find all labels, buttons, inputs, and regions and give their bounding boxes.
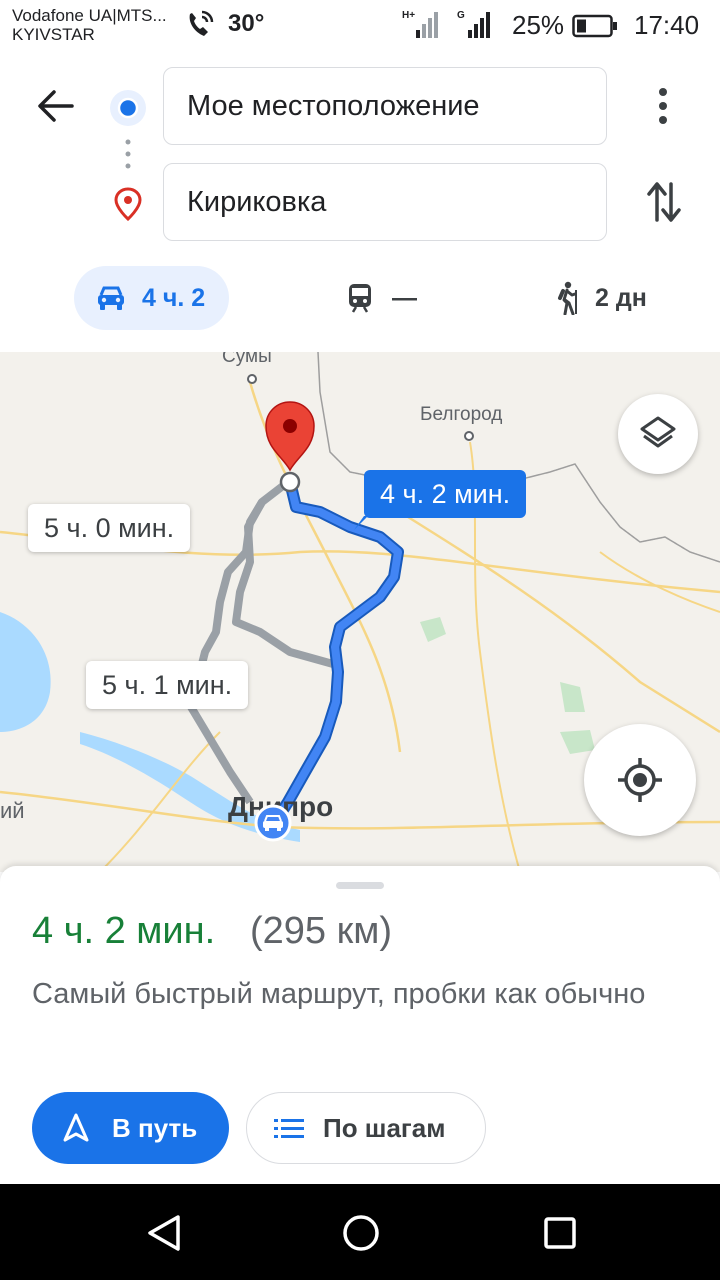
mode-walk-tab[interactable]: 2 дн xyxy=(555,266,647,330)
route-connector-dots xyxy=(125,139,131,169)
my-location-icon xyxy=(618,758,662,802)
alt-route-2-label[interactable]: 5 ч. 1 мин. xyxy=(86,661,249,709)
main-route-label[interactable]: 4 ч. 2 мин. xyxy=(364,470,527,518)
back-nav-icon[interactable] xyxy=(146,1214,182,1252)
directions-header: Мое местоположение Кириковка 4 ч. 2 — 2 … xyxy=(0,50,720,352)
home-nav-icon[interactable] xyxy=(342,1214,380,1252)
my-location-button[interactable] xyxy=(584,724,696,836)
carrier-line-2: KYIVSTAR xyxy=(12,25,95,44)
navigation-arrow-icon xyxy=(63,1113,89,1142)
start-navigation-label: В путь xyxy=(112,1112,198,1143)
train-icon xyxy=(349,284,371,313)
car-icon xyxy=(98,286,124,310)
mode-walk-label: 2 дн xyxy=(595,283,647,312)
main-route-label-tail xyxy=(354,516,368,530)
destination-pin-icon xyxy=(114,187,142,221)
sheet-drag-handle[interactable] xyxy=(336,882,384,889)
map-view[interactable]: Сумы Белгород Днипро ий 4 ч. 2 мин. 5 ч.… xyxy=(0,352,720,872)
back-arrow-icon[interactable] xyxy=(36,88,76,124)
route-summary: Самый быстрый маршрут, пробки как обычно xyxy=(32,978,646,1010)
carrier-info: Vodafone UA|MTS... KYIVSTAR xyxy=(12,6,167,44)
alt-route-1-label[interactable]: 5 ч. 0 мин. xyxy=(28,504,191,552)
road xyxy=(399,510,720,734)
destination-input[interactable]: Кириковка xyxy=(163,163,607,241)
mode-car-label: 4 ч. 2 xyxy=(142,283,206,312)
city-partial-left: ий xyxy=(0,798,25,823)
more-options-icon[interactable] xyxy=(655,86,671,126)
svg-text:G: G xyxy=(457,10,465,21)
park-area xyxy=(420,617,446,642)
wifi-calling-icon xyxy=(189,10,214,36)
destination-pin xyxy=(265,401,315,472)
mode-car-tab[interactable]: 4 ч. 2 xyxy=(74,266,229,330)
recents-nav-icon[interactable] xyxy=(543,1216,577,1250)
city-sumy: Сумы xyxy=(222,352,272,367)
layers-button[interactable] xyxy=(618,394,698,474)
steps-button[interactable]: По шагам xyxy=(246,1092,486,1164)
destination-endpoint xyxy=(279,471,301,493)
battery-icon xyxy=(572,14,617,38)
start-navigation-button[interactable]: В путь xyxy=(32,1092,229,1164)
signal-g-icon: G xyxy=(457,10,490,38)
park-area xyxy=(560,730,595,754)
route-details-sheet[interactable]: 4 ч. 2 мин. (295 км) Самый быстрый маршр… xyxy=(0,866,720,1184)
system-nav-bar xyxy=(0,1184,720,1280)
mode-transit-tab[interactable]: — xyxy=(346,266,417,330)
carrier-line-1: Vodafone UA|MTS... xyxy=(12,6,167,25)
city-belgorod: Белгород xyxy=(420,404,503,425)
status-bar: Vodafone UA|MTS... KYIVSTAR 30° H+ G 25%… xyxy=(0,0,720,50)
park-area xyxy=(560,682,585,712)
alternate-route-2 xyxy=(232,500,335,668)
steps-label: По шагам xyxy=(323,1112,446,1143)
layers-icon xyxy=(640,416,676,448)
clock: 17:40 xyxy=(634,10,700,40)
svg-text:H+: H+ xyxy=(402,10,415,21)
mode-transit-label: — xyxy=(392,283,417,312)
origin-car-marker-icon xyxy=(254,804,292,842)
signal-hplus-icon: H+ xyxy=(402,10,438,38)
route-distance: (295 км) xyxy=(250,910,393,952)
swap-directions-icon[interactable] xyxy=(646,180,682,224)
origin-dot-icon xyxy=(110,90,146,126)
battery-percent: 25% xyxy=(512,10,565,40)
water-body xyxy=(0,612,51,732)
route-duration: 4 ч. 2 мин. xyxy=(32,910,216,952)
origin-input[interactable]: Мое местоположение xyxy=(163,67,607,145)
hiking-icon xyxy=(558,281,577,315)
list-icon xyxy=(274,1119,304,1138)
city-dot-belgorod xyxy=(464,431,474,441)
temperature: 30° xyxy=(228,10,265,37)
city-dot-sumy xyxy=(247,374,257,384)
